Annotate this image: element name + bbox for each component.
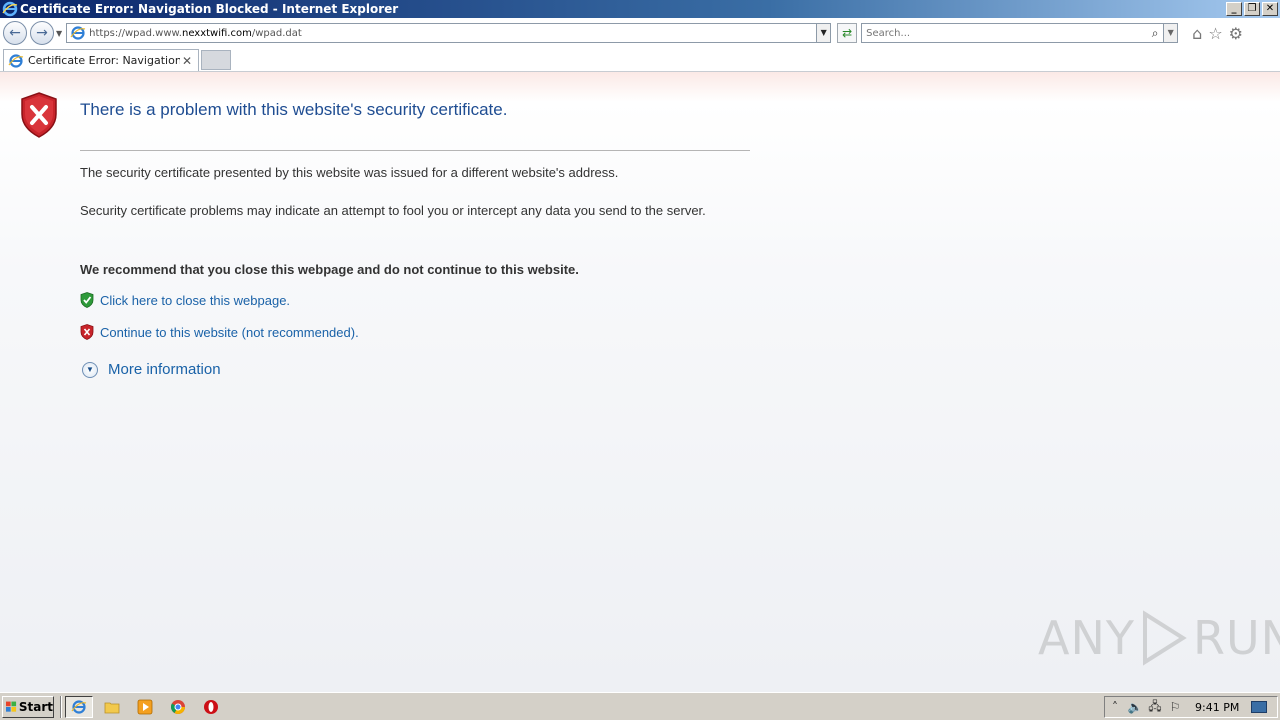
url-prefix: https://wpad.www. xyxy=(89,27,182,39)
address-bar[interactable]: https://wpad.www.nexxtwifi.com/wpad.dat … xyxy=(66,23,832,43)
show-desktop-icon[interactable] xyxy=(1251,701,1268,713)
warning-text: Security certificate problems may indica… xyxy=(80,203,706,218)
more-information-toggle[interactable]: ▼ More information xyxy=(82,361,221,378)
ie-page-icon xyxy=(70,26,86,40)
forward-button[interactable]: → xyxy=(30,21,54,45)
url-domain: nexxtwifi.com xyxy=(181,27,252,39)
tab-close-icon[interactable]: ✕ xyxy=(180,54,194,68)
taskbar-internet-explorer[interactable] xyxy=(65,695,93,718)
restore-button[interactable]: ❐ xyxy=(1244,2,1260,16)
media-player-icon xyxy=(137,699,153,714)
start-label: Start xyxy=(18,699,53,714)
tab-certificate-error[interactable]: Certificate Error: Navigation ... ✕ xyxy=(3,49,199,71)
more-information-label: More information xyxy=(108,361,221,378)
new-tab-button[interactable] xyxy=(201,50,231,70)
page-content: There is a problem with this website's s… xyxy=(0,72,1280,692)
navigation-bar: ← → ▼ https://wpad.www.nexxtwifi.com/wpa… xyxy=(0,18,1280,48)
expand-chevron-icon: ▼ xyxy=(82,361,98,378)
window-title: Certificate Error: Navigation Blocked - … xyxy=(20,2,399,16)
window-controls: _ ❐ ✕ xyxy=(1226,2,1278,16)
continue-action: Continue to this website (not recommende… xyxy=(80,324,359,340)
minimize-button[interactable]: _ xyxy=(1226,2,1242,16)
divider xyxy=(80,150,750,151)
close-webpage-link[interactable]: Click here to close this webpage. xyxy=(100,293,290,308)
red-shield-small-icon xyxy=(80,324,94,340)
taskbar-opera[interactable] xyxy=(197,696,225,718)
action-center-flag-icon[interactable]: ⚐ xyxy=(1165,700,1185,714)
search-input[interactable] xyxy=(862,27,1148,39)
taskbar-media-player[interactable] xyxy=(131,696,159,718)
tab-bar: Certificate Error: Navigation ... ✕ xyxy=(0,48,1280,72)
ie-tab-icon xyxy=(8,53,24,68)
anyrun-watermark: ANY RUN xyxy=(1038,610,1280,666)
url-text[interactable]: https://wpad.www.nexxtwifi.com/wpad.dat xyxy=(89,28,816,39)
home-icon[interactable]: ⌂ xyxy=(1192,24,1202,43)
volume-icon[interactable]: 🔈 xyxy=(1125,700,1145,714)
explanation-text: The security certificate presented by th… xyxy=(80,165,619,180)
ie-taskbar-icon xyxy=(71,699,87,714)
windows-flag-icon xyxy=(6,701,17,712)
taskbar: Start ˄ 🔈 🖧 ⚐ 9:41 PM xyxy=(0,692,1280,720)
tab-label: Certificate Error: Navigation ... xyxy=(28,54,180,67)
network-icon[interactable]: 🖧 xyxy=(1145,697,1165,718)
search-dropdown-icon[interactable]: ▼ xyxy=(1163,24,1178,42)
opera-icon xyxy=(204,699,218,714)
forward-arrow-icon: → xyxy=(36,25,48,41)
watermark-left-text: ANY xyxy=(1038,611,1135,665)
taskbar-file-explorer[interactable] xyxy=(98,696,126,718)
play-triangle-icon xyxy=(1142,610,1187,666)
refresh-icon[interactable]: ⇄ xyxy=(837,23,858,43)
toolbar-icons: ⌂ ☆ ⚙ xyxy=(1192,24,1243,43)
settings-gear-icon[interactable]: ⚙ xyxy=(1229,24,1243,43)
close-window-button[interactable]: ✕ xyxy=(1262,2,1278,16)
chrome-icon xyxy=(170,699,185,714)
taskbar-separator xyxy=(60,695,62,718)
continue-to-website-link[interactable]: Continue to this website (not recommende… xyxy=(100,325,359,340)
clock[interactable]: 9:41 PM xyxy=(1195,701,1239,714)
green-shield-check-icon xyxy=(80,292,94,308)
folder-icon xyxy=(104,702,120,713)
red-shield-x-icon xyxy=(21,92,57,138)
watermark-right-text: RUN xyxy=(1192,611,1280,665)
url-suffix: /wpad.dat xyxy=(251,27,302,39)
favorites-star-icon[interactable]: ☆ xyxy=(1208,24,1222,43)
back-arrow-icon: ← xyxy=(9,25,21,41)
page-title: There is a problem with this website's s… xyxy=(80,100,508,119)
show-hidden-icons-icon[interactable]: ˄ xyxy=(1105,700,1125,714)
address-dropdown-icon[interactable]: ▼ xyxy=(816,24,831,42)
system-tray: ˄ 🔈 🖧 ⚐ 9:41 PM xyxy=(1104,696,1278,718)
history-dropdown-icon[interactable]: ▼ xyxy=(56,29,62,38)
title-bar: Certificate Error: Navigation Blocked - … xyxy=(0,0,1280,18)
taskbar-chrome[interactable] xyxy=(164,696,192,718)
search-icon[interactable]: ⌕ xyxy=(1147,26,1163,41)
back-button[interactable]: ← xyxy=(3,21,27,45)
close-webpage-action: Click here to close this webpage. xyxy=(80,292,290,308)
start-button[interactable]: Start xyxy=(2,695,54,718)
recommendation-text: We recommend that you close this webpage… xyxy=(80,262,579,277)
ie-icon xyxy=(2,1,18,17)
search-box: ⌕ ▼ xyxy=(861,23,1179,43)
